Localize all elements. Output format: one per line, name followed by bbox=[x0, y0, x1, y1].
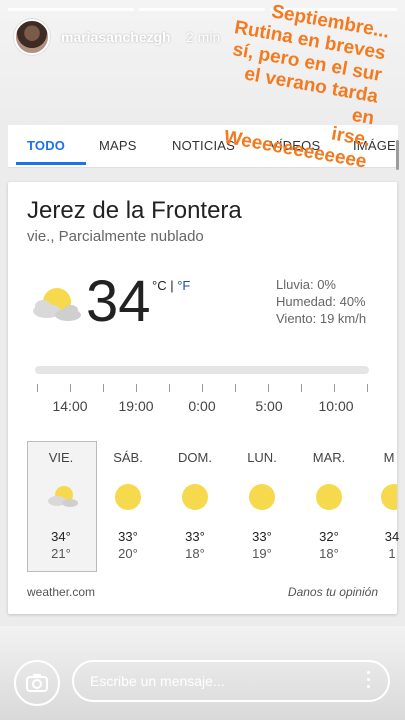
active-tab-indicator bbox=[16, 162, 86, 165]
hourly-timeline[interactable] bbox=[35, 366, 369, 374]
day-low: 19° bbox=[252, 546, 272, 561]
timeline-tick bbox=[70, 384, 71, 392]
more-options-icon[interactable] bbox=[367, 671, 371, 691]
day-high: 34 bbox=[384, 529, 400, 544]
day-name[interactable]: DOM. bbox=[178, 450, 212, 465]
timeline-tick bbox=[37, 384, 38, 392]
hour-label: 14:00 bbox=[52, 398, 88, 414]
sun-icon bbox=[316, 484, 342, 510]
day-high: 34° bbox=[51, 529, 71, 544]
timeline-tick bbox=[334, 384, 335, 392]
timeline-tick bbox=[202, 384, 203, 392]
scrollbar[interactable] bbox=[396, 140, 399, 170]
partly-cloudy-icon bbox=[33, 288, 81, 321]
day-low: 20° bbox=[118, 546, 138, 561]
timeline-tick bbox=[301, 384, 302, 392]
timeline-tick bbox=[235, 384, 236, 392]
wind-label: Viento: 19 km/h bbox=[276, 311, 367, 326]
camera-button[interactable] bbox=[14, 660, 60, 706]
tab-todo[interactable]: TODO bbox=[27, 138, 65, 153]
current-temperature: 34 bbox=[86, 269, 151, 334]
timeline-tick bbox=[136, 384, 137, 392]
day-name[interactable]: MAR. bbox=[313, 450, 346, 465]
unit-toggle: °C | °F bbox=[152, 278, 190, 293]
unit-celsius[interactable]: °C bbox=[152, 278, 167, 293]
timeline-tick bbox=[367, 384, 368, 392]
day-low: 18° bbox=[319, 546, 339, 561]
day-low: 1 bbox=[388, 546, 396, 561]
unit-fahrenheit[interactable]: °F bbox=[177, 278, 190, 293]
partly-cloudy-icon bbox=[48, 486, 78, 507]
day-name[interactable]: VIE. bbox=[49, 450, 74, 465]
day-high: 33° bbox=[118, 529, 138, 544]
avatar[interactable] bbox=[14, 19, 50, 55]
sun-icon bbox=[381, 484, 397, 510]
timeline-tick bbox=[169, 384, 170, 392]
unit-separator: | bbox=[170, 278, 174, 293]
camera-icon bbox=[26, 674, 48, 692]
hour-label: 19:00 bbox=[118, 398, 154, 414]
tab-maps[interactable]: MAPS bbox=[99, 138, 137, 153]
timeline-tick bbox=[103, 384, 104, 392]
day-low: 21° bbox=[51, 546, 71, 561]
story-username[interactable]: mariasanchezgh bbox=[61, 29, 171, 45]
timeline-tick bbox=[268, 384, 269, 392]
weather-location: Jerez de la Frontera bbox=[27, 197, 242, 224]
day-name[interactable]: M bbox=[384, 450, 395, 465]
day-name[interactable]: LUN. bbox=[247, 450, 277, 465]
feedback-link[interactable]: Danos tu opinión bbox=[288, 585, 378, 599]
sun-icon bbox=[182, 484, 208, 510]
day-high: 33° bbox=[252, 529, 272, 544]
story-time-ago: 2 min bbox=[186, 29, 221, 45]
precipitation-label: Lluvia: 0% bbox=[276, 277, 336, 292]
weather-condition: vie., Parcialmente nublado bbox=[27, 228, 204, 245]
humidity-label: Humedad: 40% bbox=[276, 294, 366, 309]
hour-label: 10:00 bbox=[318, 398, 354, 414]
weather-source-link[interactable]: weather.com bbox=[27, 585, 95, 599]
story-progress-bar bbox=[8, 8, 134, 11]
day-low: 18° bbox=[185, 546, 205, 561]
sun-icon bbox=[249, 484, 275, 510]
sun-icon bbox=[115, 484, 141, 510]
weather-details: Lluvia: 0% Humedad: 40% Viento: 19 km/h bbox=[276, 276, 366, 327]
day-name[interactable]: SÁB. bbox=[113, 450, 143, 465]
hour-label: 0:00 bbox=[188, 398, 216, 414]
day-high: 33° bbox=[185, 529, 205, 544]
story-overlay-text: Septiembre... Rutina en breves sí, pero … bbox=[222, 1, 391, 173]
message-input[interactable] bbox=[72, 660, 390, 702]
day-high: 32° bbox=[319, 529, 339, 544]
weather-card: Jerez de la Frontera vie., Parcialmente … bbox=[8, 182, 400, 614]
hour-label: 5:00 bbox=[255, 398, 283, 414]
